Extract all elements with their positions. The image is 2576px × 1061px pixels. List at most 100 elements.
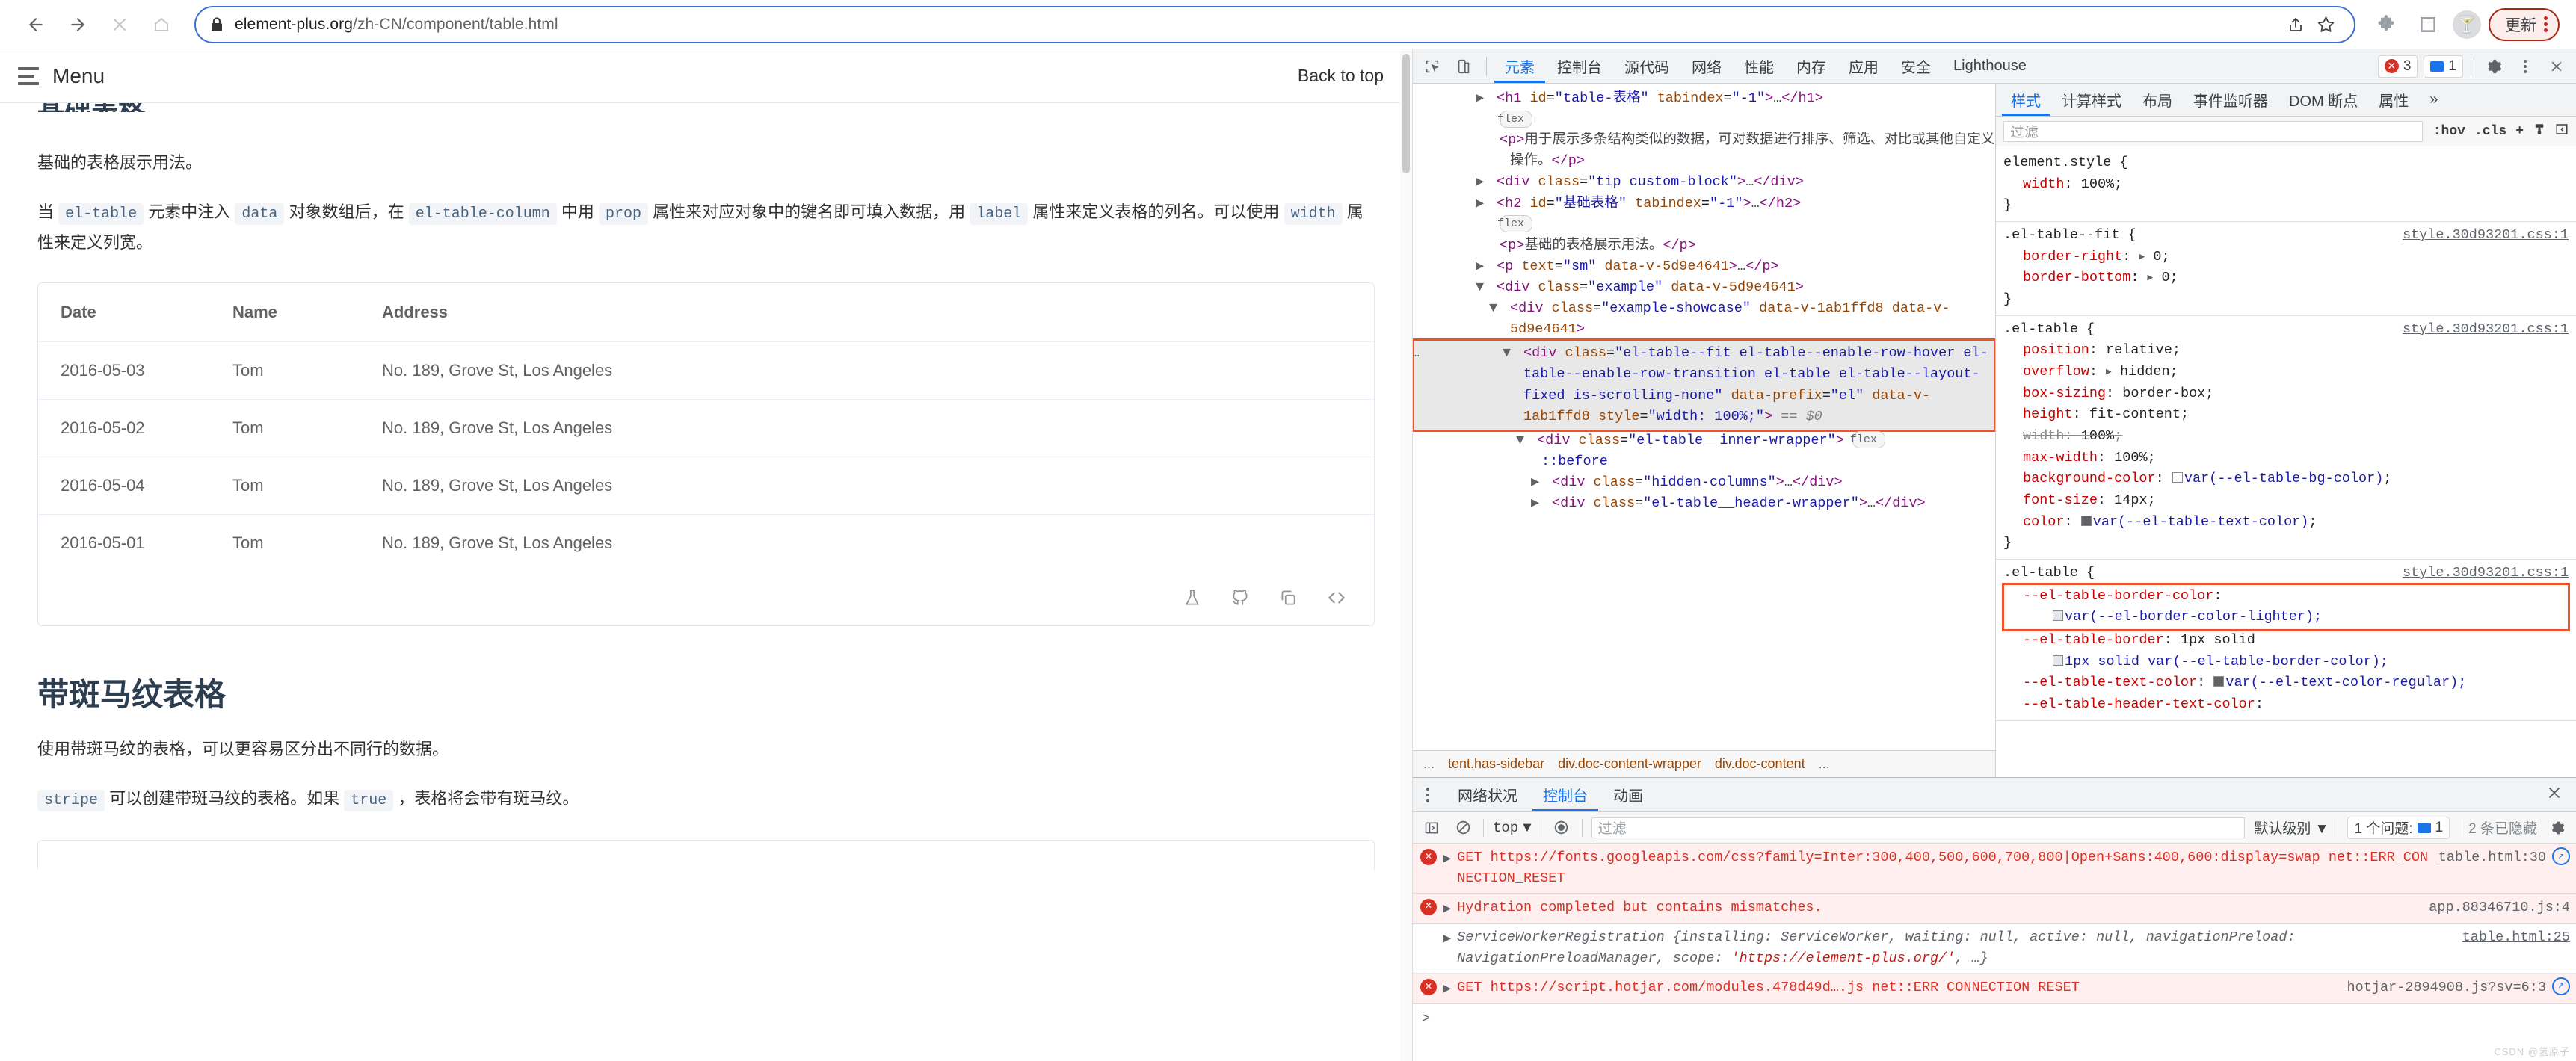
stop-button[interactable]	[100, 5, 139, 44]
dom-node-el-table-selected[interactable]: …▼<div class="el-table--fit el-table--en…	[1413, 338, 1995, 432]
drawer-close-icon[interactable]	[2546, 785, 2569, 805]
color-swatch[interactable]	[2053, 655, 2063, 666]
tab-network-conditions[interactable]: 网络状况	[1447, 779, 1528, 811]
share-icon[interactable]	[2281, 10, 2311, 40]
color-swatch[interactable]	[2080, 515, 2092, 526]
expand-caret-icon[interactable]: ▶	[1443, 849, 1451, 870]
declaration[interactable]: font-size: 14px;	[2003, 490, 2569, 512]
selector-text[interactable]: .el-table {	[2003, 563, 2095, 584]
declaration[interactable]: --el-table-text-color: var(--el-text-col…	[2003, 672, 2569, 694]
declaration[interactable]: --el-table-border: 1px solid 1px solid va…	[2003, 630, 2569, 672]
home-button[interactable]	[142, 5, 181, 44]
col-header-date[interactable]: Date	[38, 283, 210, 343]
message-count-badge[interactable]: 1	[2424, 55, 2463, 78]
avatar[interactable]: 🍸	[2453, 10, 2481, 39]
error-count-badge[interactable]: ✕ 3	[2377, 55, 2418, 78]
tab-performance[interactable]: 性能	[1734, 50, 1784, 83]
color-swatch[interactable]	[2213, 676, 2225, 687]
gear-icon[interactable]	[2546, 817, 2569, 839]
side-panel-icon[interactable]	[2411, 7, 2445, 42]
forward-button[interactable]	[58, 5, 97, 44]
selector-text[interactable]: .el-table {	[2003, 319, 2095, 341]
breadcrumb-item-1[interactable]: div.doc-content-wrapper	[1558, 756, 1701, 772]
declaration[interactable]: background-color: var(--el-table-bg-colo…	[2003, 468, 2569, 490]
styles-filter-input[interactable]: 过滤	[2003, 120, 2423, 142]
dom-tree[interactable]: ▶ <h1 id="table-表格" tabindex="-1">…</h1> …	[1413, 84, 1995, 750]
code-icon[interactable]	[1326, 588, 1347, 607]
tab-application[interactable]: 应用	[1838, 50, 1889, 83]
declaration[interactable]: color: var(--el-table-text-color);	[2003, 512, 2569, 533]
live-expression-icon[interactable]	[1550, 817, 1573, 839]
device-toolbar-icon[interactable]	[1449, 52, 1479, 81]
col-header-name[interactable]: Name	[210, 283, 360, 343]
tab-properties[interactable]: 属性	[2370, 84, 2418, 116]
declaration[interactable]: position: relative;	[2003, 340, 2569, 362]
expand-caret-icon[interactable]: ▶	[1443, 929, 1451, 950]
declaration-highlighted[interactable]: --el-table-border-color: var(--el-border-…	[2002, 582, 2570, 632]
tab-memory[interactable]: 内存	[1786, 50, 1837, 83]
console-context-selector[interactable]: top ▼	[1493, 820, 1532, 836]
tab-computed[interactable]: 计算样式	[2053, 84, 2130, 116]
console-message-error[interactable]: ✕ ▶ GET https://script.hotjar.com/module…	[1413, 973, 2576, 1004]
page-scrollbar[interactable]	[1400, 49, 1412, 1061]
console-filter-input[interactable]: 过滤	[1591, 817, 2246, 838]
declaration[interactable]: max-width: 100%;	[2003, 448, 2569, 469]
dom-node-before-pseudo[interactable]: ::before	[1413, 451, 1995, 472]
color-swatch[interactable]	[2172, 472, 2183, 483]
gear-icon[interactable]	[2479, 52, 2509, 81]
declaration[interactable]: box-sizing: border-box;	[2003, 383, 2569, 405]
tab-lighthouse[interactable]: Lighthouse	[1943, 50, 2037, 83]
console-message-error[interactable]: ✕ ▶ Hydration completed but contains mis…	[1413, 893, 2576, 924]
style-source-link[interactable]: style.30d93201.css:1	[2403, 563, 2569, 584]
dom-node-p-basic[interactable]: <p>基础的表格展示用法。</p>	[1413, 235, 1995, 256]
github-icon[interactable]	[1230, 588, 1250, 607]
tab-layout[interactable]: 布局	[2133, 84, 2181, 116]
table-row[interactable]: 2016-05-02 Tom No. 189, Grove St, Los An…	[38, 399, 1374, 458]
bookmark-star-icon[interactable]	[2311, 10, 2341, 40]
hover-state-toggle[interactable]: :hov	[2433, 124, 2465, 139]
expand-caret-icon[interactable]: ▶	[1443, 899, 1451, 920]
console-source-link[interactable]: hotjar-2894908.js?sv=6:3	[2347, 977, 2546, 998]
declaration[interactable]: border-bottom: ▶ 0;	[2003, 267, 2569, 289]
inspect-element-icon[interactable]	[1417, 52, 1447, 81]
clear-console-icon[interactable]	[1452, 817, 1474, 839]
style-source-link[interactable]: style.30d93201.css:1	[2403, 225, 2569, 247]
console-prompt[interactable]: >	[1413, 1004, 2576, 1034]
tab-dom-breakpoints[interactable]: DOM 断点	[2280, 84, 2367, 116]
copy-icon[interactable]	[1278, 588, 1298, 607]
sidebar-toggle-icon[interactable]	[2555, 123, 2569, 140]
back-button[interactable]	[16, 5, 55, 44]
menu-button[interactable]: Menu	[18, 64, 105, 88]
tab-security[interactable]: 安全	[1891, 50, 1941, 83]
tab-sources[interactable]: 源代码	[1614, 50, 1680, 83]
address-bar[interactable]: element-plus.org/zh-CN/component/table.h…	[194, 5, 2355, 43]
dom-node-hidden-columns[interactable]: ▶ <div class="hidden-columns">…</div>	[1413, 472, 1995, 493]
devtools-more-icon[interactable]	[2510, 52, 2540, 81]
breadcrumb-item-2[interactable]: div.doc-content	[1715, 756, 1805, 772]
console-source-link[interactable]: app.88346710.js:4	[2429, 897, 2570, 918]
console-message-object[interactable]: ▶ ServiceWorkerRegistration {installing:…	[1413, 924, 2576, 974]
open-in-network-icon[interactable]: ↗	[2552, 977, 2570, 995]
back-to-top-link[interactable]: Back to top	[1298, 66, 1384, 86]
dom-node-tip-block[interactable]: ▶ <div class="tip custom-block">…</div>	[1413, 172, 1995, 193]
console-source-link[interactable]: table.html:25	[2462, 927, 2570, 948]
console-sidebar-icon[interactable]	[1420, 817, 1443, 839]
puzzle-icon[interactable]	[2369, 7, 2403, 42]
breadcrumb-overflow-start[interactable]: ...	[1423, 756, 1435, 772]
declaration-overridden[interactable]: width: 100%;	[2003, 426, 2569, 448]
playground-icon[interactable]	[1183, 588, 1202, 607]
declaration[interactable]: height: fit-content;	[2003, 404, 2569, 426]
dom-node-p-intro[interactable]: <p>用于展示多条结构类似的数据，可对数据进行排序、筛选、对比或其他自定义操作。…	[1413, 130, 1995, 172]
col-header-address[interactable]: Address	[360, 283, 1374, 343]
open-in-network-icon[interactable]: ↗	[2552, 847, 2570, 865]
devtools-close-icon[interactable]	[2542, 52, 2572, 81]
declaration[interactable]: width: 100%;	[2003, 174, 2569, 196]
tab-console[interactable]: 控制台	[1547, 50, 1612, 83]
console-messages[interactable]: ✕ ▶ GET https://fonts.googleapis.com/css…	[1413, 844, 2576, 1061]
declaration[interactable]: overflow: ▶ hidden;	[2003, 362, 2569, 383]
console-message-error[interactable]: ✕ ▶ GET https://fonts.googleapis.com/css…	[1413, 844, 2576, 894]
dom-node-example-showcase[interactable]: ▼ <div class="example-showcase" data-v-1a…	[1413, 298, 1995, 340]
style-source-link[interactable]: style.30d93201.css:1	[2403, 319, 2569, 341]
table-row[interactable]: 2016-05-01 Tom No. 189, Grove St, Los An…	[38, 515, 1374, 572]
dom-node-example[interactable]: ▼ <div class="example" data-v-5d9e4641>	[1413, 277, 1995, 298]
